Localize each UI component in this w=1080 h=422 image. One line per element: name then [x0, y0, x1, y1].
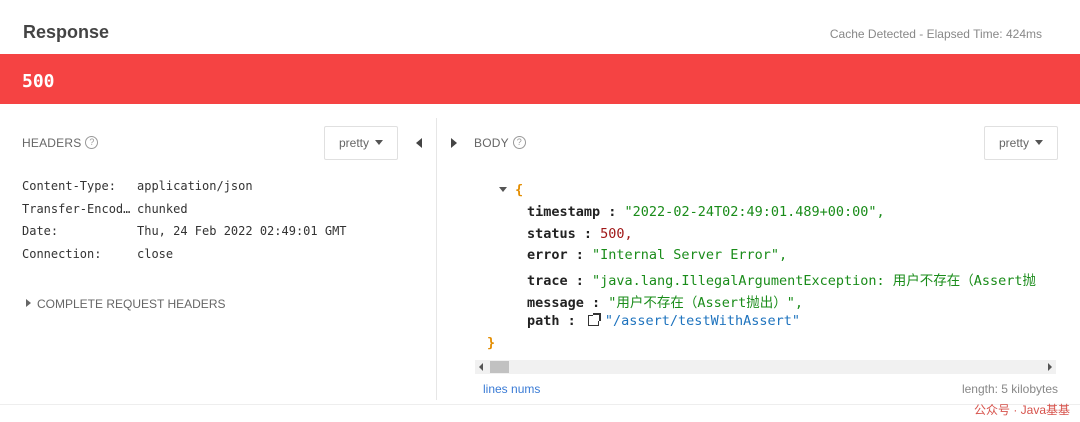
json-field: path : "/assert/testWithAssert": [527, 312, 800, 329]
response-title: Response: [23, 22, 110, 42]
headers-table: Content-Type: application/json Transfer-…: [22, 179, 347, 269]
lines-nums-link[interactable]: lines nums: [483, 382, 540, 396]
json-field: timestamp : "2022-02-24T02:49:01.489+00:…: [527, 203, 885, 220]
scrollbar-thumb[interactable]: [490, 361, 509, 373]
watermark: 公众号 · Java基基: [973, 403, 1070, 417]
scroll-left-icon[interactable]: [479, 363, 483, 371]
headers-label: HEADERS?: [22, 136, 99, 150]
header-row: Content-Type: application/json: [22, 179, 253, 193]
header-row: Date: Thu, 24 Feb 2022 02:49:01 GMT: [22, 224, 347, 238]
json-viewer: { timestamp : "2022-02-24T02:49:01.489+0…: [487, 182, 1036, 356]
scroll-right-icon[interactable]: [1048, 363, 1052, 371]
question-circle-icon[interactable]: ?: [512, 136, 526, 149]
caret-down-icon: [1035, 140, 1044, 145]
json-field: trace : "java.lang.IllegalArgumentExcept…: [527, 273, 1037, 290]
json-field: message : "用户不存在（Assert抛出）",: [527, 294, 803, 311]
json-field: error : "Internal Server Error",: [527, 247, 788, 264]
horizontal-scrollbar[interactable]: [475, 360, 1056, 374]
body-length: length: 5 kilobytes: [961, 382, 1058, 396]
expand-right-icon[interactable]: [451, 138, 457, 148]
body-label: BODY?: [474, 136, 526, 150]
elapsed-time: Cache Detected - Elapsed Time: 424ms: [829, 27, 1042, 41]
status-code: 500: [22, 71, 55, 92]
caret-right-icon: [26, 299, 31, 307]
caret-down-icon: [375, 140, 384, 145]
body-format-dropdown[interactable]: pretty: [984, 126, 1058, 160]
collapse-toggle-icon[interactable]: [499, 187, 507, 192]
header-row: Transfer-Encod… chunked: [22, 201, 188, 216]
complete-request-headers-toggle[interactable]: COMPLETE REQUEST HEADERS: [26, 297, 225, 311]
header-row: Connection: close: [22, 246, 174, 261]
body-panel: BODY? pretty { timestamp : "2022-02-24T0…: [437, 104, 1080, 400]
response-header: Response Cache Detected - Elapsed Time: …: [0, 0, 1080, 54]
external-link-icon[interactable]: [587, 312, 601, 326]
collapse-left-icon[interactable]: [416, 138, 422, 148]
headers-panel: HEADERS? pretty Content-Type: applicatio…: [0, 104, 437, 400]
json-open-line: {: [499, 182, 1036, 204]
json-close-line: }: [487, 334, 496, 351]
question-circle-icon[interactable]: ?: [85, 136, 99, 149]
json-field: status : 500,: [527, 225, 633, 242]
headers-format-dropdown[interactable]: pretty: [324, 126, 398, 160]
status-bar: 500: [0, 54, 1080, 104]
footer-divider: [0, 404, 1080, 405]
